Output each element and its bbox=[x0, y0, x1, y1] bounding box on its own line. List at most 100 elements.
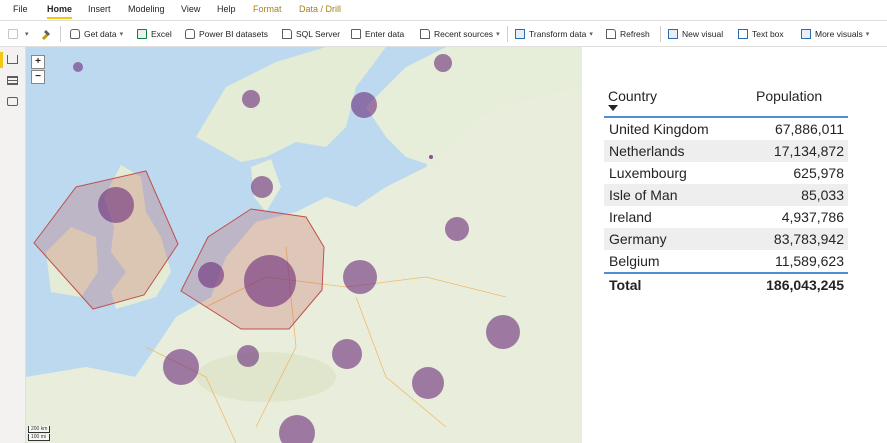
refresh-label: Refresh bbox=[620, 29, 650, 39]
table-header: Country Population bbox=[604, 88, 848, 118]
text-box-button[interactable]: Text box bbox=[738, 27, 784, 41]
total-label: Total bbox=[609, 277, 642, 293]
table-row[interactable]: Belgium 11,589,623 bbox=[604, 250, 848, 272]
table-total-row: Total 186,043,245 bbox=[604, 272, 848, 298]
cell-country: Isle of Man bbox=[609, 187, 678, 203]
bubble-switzerland[interactable] bbox=[237, 345, 259, 367]
text-box-label: Text box bbox=[752, 29, 784, 39]
menu-format[interactable]: Format bbox=[253, 4, 282, 14]
cell-country: Netherlands bbox=[609, 143, 685, 159]
recent-sources-icon bbox=[420, 29, 430, 39]
active-view-indicator bbox=[0, 52, 3, 68]
sql-server-label: SQL Server bbox=[296, 29, 341, 39]
power-bi-datasets-label: Power BI datasets bbox=[199, 29, 268, 39]
bubble-faroe-islands[interactable] bbox=[73, 62, 83, 72]
enter-data-label: Enter data bbox=[365, 29, 405, 39]
more-visuals-button[interactable]: More visuals ▾ bbox=[801, 27, 869, 41]
menu-file[interactable]: File bbox=[13, 4, 28, 14]
view-switcher-rail bbox=[0, 47, 26, 443]
column-header-population[interactable]: Population bbox=[756, 88, 822, 104]
enter-data-button[interactable]: Enter data bbox=[351, 27, 404, 41]
menu-insert[interactable]: Insert bbox=[88, 4, 111, 14]
bubble-norway[interactable] bbox=[242, 90, 260, 108]
bubble-finland[interactable] bbox=[434, 54, 452, 72]
menu-help[interactable]: Help bbox=[217, 4, 236, 14]
transform-data-label: Transform data bbox=[529, 29, 587, 39]
bubble-denmark[interactable] bbox=[251, 176, 273, 198]
menu-home[interactable]: Home bbox=[47, 4, 73, 19]
bubble-sweden[interactable] bbox=[351, 92, 377, 118]
cell-country: Germany bbox=[609, 231, 667, 247]
bubble-germany[interactable] bbox=[244, 255, 296, 307]
bubble-poland[interactable] bbox=[343, 260, 377, 294]
sql-server-icon bbox=[282, 29, 292, 39]
table-icon bbox=[351, 29, 361, 39]
model-view-icon[interactable] bbox=[7, 97, 18, 106]
table-body: United Kingdom 67,886,011 Netherlands 17,1… bbox=[604, 118, 848, 272]
cell-population: 17,134,872 bbox=[773, 143, 844, 159]
report-view-icon[interactable] bbox=[7, 55, 18, 64]
excel-button[interactable]: Excel bbox=[137, 27, 172, 41]
more-visuals-label: More visuals bbox=[815, 29, 863, 39]
alps-terrain bbox=[196, 352, 336, 402]
population-table: Country Population United Kingdom 67,886,… bbox=[604, 88, 848, 298]
new-visual-icon bbox=[668, 29, 678, 39]
cell-population: 83,783,942 bbox=[773, 231, 844, 247]
transform-data-button[interactable]: Transform data ▾ bbox=[515, 27, 593, 41]
bubble-hungary[interactable] bbox=[332, 339, 362, 369]
menu-data-drill[interactable]: Data / Drill bbox=[299, 4, 341, 14]
total-value: 186,043,245 bbox=[766, 277, 844, 293]
column-header-country[interactable]: Country bbox=[608, 88, 657, 104]
bubble-romania[interactable] bbox=[412, 367, 444, 399]
table-row[interactable]: United Kingdom 67,886,011 bbox=[604, 118, 848, 140]
transform-data-icon bbox=[515, 29, 525, 39]
get-data-button[interactable]: Get data ▾ bbox=[70, 27, 123, 41]
text-box-icon bbox=[738, 29, 748, 39]
dataset-icon bbox=[185, 29, 195, 39]
recent-sources-button[interactable]: Recent sources ▾ bbox=[420, 27, 500, 41]
cell-country: United Kingdom bbox=[609, 121, 709, 137]
toolbar-divider bbox=[507, 26, 508, 42]
toolbar-divider bbox=[60, 26, 61, 42]
table-row[interactable]: Germany 83,783,942 bbox=[604, 228, 848, 250]
table-row[interactable]: Isle of Man 85,033 bbox=[604, 184, 848, 206]
scale-mi-label: 100 mi bbox=[28, 434, 51, 441]
menu-view[interactable]: View bbox=[181, 4, 200, 14]
scale-km-label: 200 km bbox=[28, 426, 51, 433]
data-view-icon[interactable] bbox=[7, 76, 18, 85]
new-visual-button[interactable]: New visual bbox=[668, 27, 723, 41]
table-row[interactable]: Netherlands 17,134,872 bbox=[604, 140, 848, 162]
map-scale-bar: 200 km 100 mi bbox=[28, 425, 51, 441]
bubble-ukraine[interactable] bbox=[486, 315, 520, 349]
zoom-in-button[interactable]: + bbox=[31, 55, 45, 69]
map-canvas bbox=[26, 47, 582, 443]
table-row[interactable]: Ireland 4,937,786 bbox=[604, 206, 848, 228]
cell-country: Belgium bbox=[609, 253, 660, 269]
ribbon-toolbar: ▾ Get data ▾ Excel Power BI datasets SQL … bbox=[0, 21, 887, 47]
cell-population: 4,937,786 bbox=[781, 209, 844, 225]
cell-country: Ireland bbox=[609, 209, 652, 225]
cell-population: 67,886,011 bbox=[774, 121, 844, 137]
power-bi-datasets-button[interactable]: Power BI datasets bbox=[185, 27, 268, 41]
zoom-out-button[interactable]: − bbox=[31, 70, 45, 84]
table-row[interactable]: Luxembourg 625,978 bbox=[604, 162, 848, 184]
refresh-button[interactable]: Refresh bbox=[606, 27, 650, 41]
cell-population: 11,589,623 bbox=[774, 253, 844, 269]
excel-label: Excel bbox=[151, 29, 172, 39]
new-visual-label: New visual bbox=[682, 29, 724, 39]
sort-descending-icon[interactable] bbox=[608, 105, 618, 111]
bubble-france[interactable] bbox=[163, 349, 199, 385]
format-painter-icon[interactable] bbox=[40, 27, 51, 41]
map-visual[interactable]: + − 200 km 100 mi bbox=[26, 47, 582, 443]
recent-sources-label: Recent sources bbox=[434, 29, 494, 39]
paste-icon[interactable]: ▾ bbox=[8, 27, 29, 41]
toolbar-divider bbox=[660, 26, 661, 42]
sql-server-button[interactable]: SQL Server bbox=[282, 27, 340, 41]
excel-icon bbox=[137, 29, 147, 39]
get-data-label: Get data bbox=[84, 29, 117, 39]
bubble-netherlands[interactable] bbox=[198, 262, 224, 288]
bubble-united-kingdom[interactable] bbox=[98, 187, 134, 223]
menu-modeling[interactable]: Modeling bbox=[128, 4, 165, 14]
bubble-lithuania[interactable] bbox=[445, 217, 469, 241]
cell-country: Luxembourg bbox=[609, 165, 687, 181]
